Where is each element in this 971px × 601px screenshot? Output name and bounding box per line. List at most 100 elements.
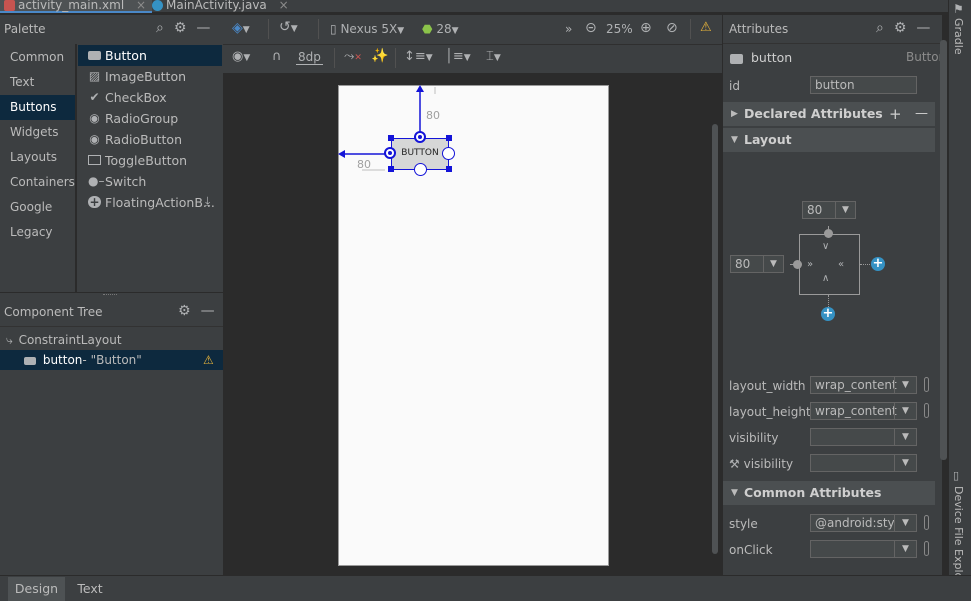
palette-category-containers[interactable]: Containers <box>0 170 75 195</box>
palette-widget-imagebutton[interactable]: ▨ ImageButton <box>78 66 222 87</box>
tab-text[interactable]: Text <box>66 577 114 601</box>
add-constraint-right-icon[interactable]: + <box>871 257 885 271</box>
palette-category-text[interactable]: Text <box>0 70 75 95</box>
xml-file-icon <box>4 0 15 11</box>
tab-main-activity[interactable]: MainActivity.java × <box>148 0 295 13</box>
expand-arrow-icon: ▶ <box>731 109 738 119</box>
resource-picker-toggle[interactable] <box>924 403 929 418</box>
palette-category-common[interactable]: Common <box>0 45 75 70</box>
toolbar-divider <box>223 44 722 45</box>
section-title: Declared Attributes <box>744 106 883 121</box>
overflow-icon[interactable]: » <box>565 22 572 36</box>
tab-design[interactable]: Design <box>8 577 65 601</box>
minimize-icon[interactable]: — <box>201 304 215 318</box>
canvas-scrollbar[interactable] <box>712 124 718 554</box>
id-field[interactable]: button <box>810 76 917 94</box>
resource-picker-toggle[interactable] <box>924 541 929 556</box>
collapse-arrow-icon: ▼ <box>731 135 738 145</box>
magnet-icon[interactable]: ∩ <box>272 50 282 64</box>
visibility-field[interactable]: ▼ <box>810 428 917 446</box>
add-constraint-bottom-icon[interactable]: + <box>821 307 835 321</box>
zoom-out-icon[interactable]: ⊝ <box>585 21 597 35</box>
gear-icon[interactable]: ⚙ <box>894 21 907 35</box>
clear-constraints-icon[interactable]: ⤳✕ <box>344 50 362 65</box>
zoom-in-icon[interactable]: ⊕ <box>640 21 652 35</box>
tree-item-button[interactable]: button- "Button" ⚠ <box>0 350 223 370</box>
chevron-down-icon: ▼ <box>894 541 916 557</box>
warning-icon[interactable]: ⚠ <box>203 350 214 370</box>
left-constraint-dot[interactable] <box>793 260 802 269</box>
horizontal-bias-icon: « <box>838 259 845 270</box>
download-icon[interactable]: ⤓ <box>205 194 210 208</box>
widget-label: FloatingActionB... <box>105 195 215 210</box>
warning-icon[interactable]: ⚠ <box>700 21 712 35</box>
palette-widget-radiogroup[interactable]: ◉ RadioGroup <box>78 108 222 129</box>
palette-category-buttons[interactable]: Buttons <box>0 95 75 120</box>
tools-visibility-field[interactable]: ▼ <box>810 454 917 472</box>
palette-widget-togglebutton[interactable]: ToggleButton <box>78 150 222 171</box>
palette-widget-checkbox[interactable]: ✔ CheckBox <box>78 87 222 108</box>
gear-icon[interactable]: ⚙ <box>174 21 187 35</box>
gear-icon[interactable]: ⚙ <box>178 304 191 318</box>
declared-attributes-section[interactable]: ▶ Declared Attributes + — <box>723 102 935 126</box>
left-anchor[interactable] <box>384 147 396 159</box>
palette-widget-radiobutton[interactable]: ◉ RadioButton <box>78 129 222 150</box>
top-anchor[interactable] <box>414 131 426 143</box>
api-level-selector[interactable]: ⬣ 28▼ <box>422 22 459 38</box>
top-margin-dropdown[interactable]: 80 ▼ <box>802 201 856 219</box>
palette-category-legacy[interactable]: Legacy <box>0 220 75 245</box>
attributes-scrollbar[interactable] <box>940 40 947 460</box>
right-anchor[interactable] <box>442 147 455 160</box>
attributes-title: Attributes <box>729 22 789 36</box>
minimize-icon[interactable]: — <box>916 21 930 35</box>
minimize-icon[interactable]: — <box>196 21 210 35</box>
resize-handle[interactable] <box>388 135 394 141</box>
common-attributes-section[interactable]: ▼ Common Attributes <box>723 481 935 505</box>
infer-constraints-icon[interactable]: ✨ <box>371 49 388 63</box>
left-margin-dropdown[interactable]: 80 ▼ <box>730 255 784 273</box>
eye-icon[interactable]: ◉▼ <box>232 50 250 65</box>
layout-width-field[interactable]: wrap_content ▼ <box>810 376 917 394</box>
device-selector[interactable]: ▯ Nexus 5X▼ <box>330 22 404 38</box>
close-icon[interactable]: × <box>136 0 146 12</box>
palette-category-google[interactable]: Google <box>0 195 75 220</box>
onclick-field[interactable]: ▼ <box>810 540 917 558</box>
search-icon[interactable]: ⌕ <box>156 21 164 35</box>
pack-icon[interactable]: ↕≡▼ <box>404 50 433 65</box>
component-tree-title: Component Tree <box>4 305 103 319</box>
resize-handle[interactable] <box>446 166 452 172</box>
add-icon[interactable]: + <box>889 102 902 126</box>
layers-icon[interactable]: ◈▼ <box>232 21 250 37</box>
orientation-icon[interactable]: ↺▼ <box>279 20 298 36</box>
palette-category-layouts[interactable]: Layouts <box>0 145 75 170</box>
palette-widget-fab[interactable]: + FloatingActionB... <box>78 192 222 213</box>
palette-category-widgets[interactable]: Widgets <box>0 120 75 145</box>
tree-item-label: ConstraintLayout <box>18 333 122 347</box>
remove-icon[interactable]: — <box>915 102 928 126</box>
palette-header-icons: ⌕ ⚙ — <box>146 21 210 35</box>
guidelines-icon[interactable]: ⌶▼ <box>486 50 501 65</box>
selected-widget-name: button <box>750 50 793 65</box>
bottom-anchor[interactable] <box>414 163 427 176</box>
align-icon[interactable]: │≡▼ <box>445 50 471 65</box>
resource-picker-toggle[interactable] <box>924 377 929 392</box>
resource-picker-toggle[interactable] <box>924 515 929 530</box>
palette-widget-switch[interactable]: ●– Switch <box>78 171 222 192</box>
gradle-tool-button[interactable]: Gradle <box>952 18 965 55</box>
layout-height-field[interactable]: wrap_content ▼ <box>810 402 917 420</box>
palette-title: Palette <box>4 22 46 36</box>
default-margin[interactable]: 8dp <box>296 50 323 65</box>
tab-activity-main[interactable]: activity_main.xml × <box>0 0 153 13</box>
palette-widget-button[interactable]: Button <box>78 45 222 66</box>
style-field[interactable]: @android:sty ▼ <box>810 514 917 532</box>
resize-handle[interactable] <box>446 135 452 141</box>
close-icon[interactable]: × <box>279 0 289 12</box>
tree-item-constraintlayout[interactable]: ⤷ ConstraintLayout <box>6 330 122 350</box>
top-constraint-dot[interactable] <box>824 229 833 238</box>
zoom-level: 25% <box>606 22 633 36</box>
zoom-fit-icon[interactable]: ⊘ <box>666 21 678 35</box>
layout-section[interactable]: ▼ Layout <box>723 128 935 152</box>
resize-handle[interactable] <box>388 166 394 172</box>
search-icon[interactable]: ⌕ <box>876 21 884 35</box>
attributes-header-icons: ⌕ ⚙ — <box>866 21 930 35</box>
